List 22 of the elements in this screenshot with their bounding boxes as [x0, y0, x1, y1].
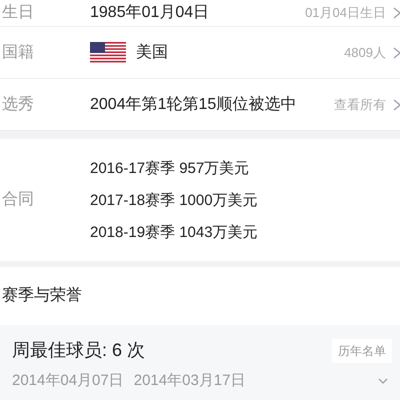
- row-label: 合同: [2, 190, 35, 210]
- award-date: 2014年04月07日: [12, 371, 124, 391]
- chevron-right-icon: [392, 98, 400, 112]
- row-label: 国籍: [2, 42, 35, 62]
- row-label: 选秀: [2, 94, 35, 114]
- row-link[interactable]: 4809人: [344, 42, 400, 62]
- row-value: 美国: [136, 42, 168, 62]
- row-value: 2004年第1轮第15顺位被选中: [90, 94, 296, 114]
- contract-line: 2017-18赛季 1000万美元: [90, 190, 258, 210]
- contract-line: 2016-17赛季 957万美元: [90, 158, 250, 178]
- row-label: 生日: [2, 2, 35, 23]
- section-title: 赛季与荣誉: [2, 286, 82, 306]
- chevron-right-icon: [392, 46, 400, 60]
- award-title: 周最佳球员: 6 次: [12, 339, 146, 362]
- chevron-right-icon: [392, 6, 400, 20]
- history-button[interactable]: 历年名单: [332, 338, 392, 362]
- award-date: 2014年03月17日: [134, 371, 246, 391]
- flag-icon: [90, 42, 126, 64]
- row-link[interactable]: 01月04日生日: [305, 3, 400, 23]
- contract-line: 2018-19赛季 1043万美元: [90, 222, 258, 242]
- row-link[interactable]: 查看所有: [334, 94, 400, 114]
- row-value: 1985年01月04日: [90, 3, 210, 23]
